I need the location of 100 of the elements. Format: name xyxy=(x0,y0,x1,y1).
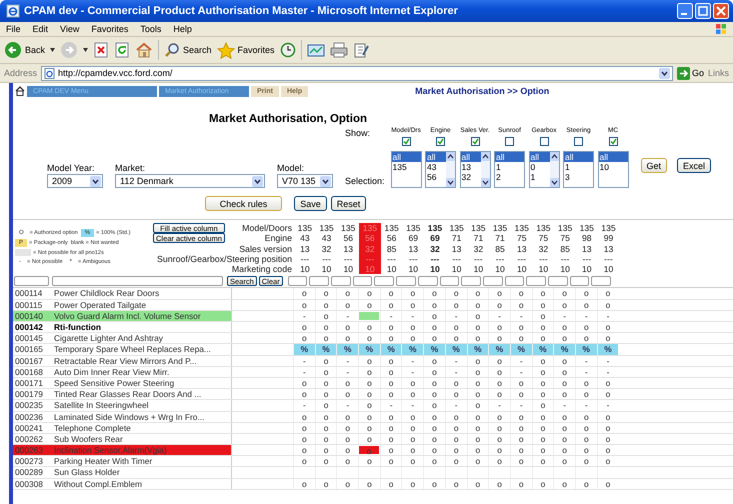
list-option[interactable]: 56 xyxy=(426,172,446,182)
column-header[interactable]: 135 75 85 --- 10 xyxy=(554,223,576,274)
column-header[interactable]: 135 99 13 --- 10 xyxy=(598,223,620,274)
list-option[interactable]: 1 xyxy=(564,162,594,172)
dropdown-caret-icon[interactable] xyxy=(50,48,56,52)
active-cell[interactable] xyxy=(358,310,380,322)
list-option[interactable]: all xyxy=(530,152,550,162)
favorites-button[interactable]: Favorites xyxy=(216,42,275,58)
code-filter-field[interactable] xyxy=(14,276,49,286)
column-header[interactable]: 135 75 32 --- 10 xyxy=(532,223,554,274)
reset-button[interactable]: Reset xyxy=(330,196,366,211)
column-header[interactable]: 135 43 13 --- 10 xyxy=(294,223,316,274)
list-option[interactable]: 0 xyxy=(530,162,550,172)
checkbox[interactable] xyxy=(540,137,549,146)
checkbox[interactable] xyxy=(470,137,480,146)
get-button[interactable]: Get xyxy=(640,158,668,173)
column-header[interactable]: 135 75 13 --- 10 xyxy=(510,223,533,274)
list-box[interactable]: all 0 1 xyxy=(528,151,560,188)
stop-icon[interactable] xyxy=(93,42,110,58)
check-rules-button[interactable]: Check rules xyxy=(204,196,282,211)
column-header[interactable]: 135 69 32 --- 10 xyxy=(424,223,446,274)
column-header[interactable]: 135 69 13 --- 10 xyxy=(402,223,424,274)
go-button[interactable]: Go xyxy=(676,66,704,80)
column-header[interactable]: 135 56 85 --- 10 xyxy=(380,223,402,274)
excel-button[interactable]: Excel xyxy=(677,158,712,173)
checkbox[interactable] xyxy=(574,137,584,146)
list-option[interactable]: 2 xyxy=(495,172,524,182)
back-button[interactable]: Back xyxy=(4,41,46,59)
column-filter-field[interactable] xyxy=(440,276,460,286)
checkbox[interactable] xyxy=(505,137,514,146)
scroll-up-icon[interactable] xyxy=(446,152,456,161)
list-option[interactable]: all xyxy=(495,152,524,162)
list-option[interactable]: 3 xyxy=(564,172,594,182)
close-button[interactable] xyxy=(713,3,729,19)
column-filter-field[interactable] xyxy=(352,276,372,286)
checkbox[interactable] xyxy=(436,137,446,146)
list-box[interactable]: all 43 56 xyxy=(425,151,456,188)
menu-item[interactable]: Favorites xyxy=(91,24,128,34)
scroll-down-icon[interactable] xyxy=(480,178,490,187)
column-filter-field[interactable] xyxy=(418,276,438,286)
list-option[interactable]: 43 xyxy=(426,162,446,172)
menu-item[interactable]: Tools xyxy=(140,24,162,34)
refresh-icon[interactable] xyxy=(114,42,130,58)
dropdown-field[interactable]: 2009 xyxy=(47,174,103,188)
list-box[interactable]: all 1 3 xyxy=(563,151,594,188)
column-filter-field[interactable] xyxy=(396,276,416,286)
maximize-button[interactable] xyxy=(695,3,711,19)
column-filter-field[interactable] xyxy=(526,276,546,286)
column-filter-field[interactable] xyxy=(288,276,308,286)
home-icon[interactable] xyxy=(15,86,25,96)
column-filter-field[interactable] xyxy=(461,276,481,286)
dropdown-field[interactable]: 112 Denmark xyxy=(115,174,265,188)
column-header[interactable]: 135 71 32 --- 10 xyxy=(468,223,490,274)
menu-item[interactable]: Help xyxy=(173,24,192,34)
list-option[interactable]: all xyxy=(392,152,421,162)
menu-item[interactable]: View xyxy=(60,24,80,34)
list-option[interactable]: 10 xyxy=(598,162,628,172)
checkbox[interactable] xyxy=(402,137,411,146)
column-filter-field[interactable] xyxy=(548,276,568,286)
checkbox[interactable] xyxy=(608,137,618,146)
list-box[interactable]: all 13 32 xyxy=(460,151,491,188)
list-option[interactable]: all xyxy=(426,152,446,162)
address-field[interactable]: http://cpamdev.vcc.ford.com/ xyxy=(41,66,673,80)
history-clock-icon[interactable] xyxy=(280,42,296,58)
scrollbar[interactable] xyxy=(446,152,456,187)
column-filter-field[interactable] xyxy=(504,276,524,286)
name-filter-field[interactable] xyxy=(52,276,223,286)
links-label[interactable]: Links xyxy=(708,68,729,78)
column-header[interactable]: 135 56 13 --- 10 xyxy=(337,223,360,274)
minimize-button[interactable] xyxy=(677,3,693,19)
scrollbar[interactable] xyxy=(480,152,490,187)
list-option[interactable]: 1 xyxy=(495,162,524,172)
list-option[interactable]: all xyxy=(564,152,594,162)
list-box[interactable]: all 1 2 xyxy=(494,151,526,188)
scroll-down-icon[interactable] xyxy=(550,178,559,187)
column-header[interactable]: 135 71 85 --- 10 xyxy=(489,223,511,274)
list-option[interactable]: 135 xyxy=(392,162,421,172)
list-option[interactable]: 32 xyxy=(460,172,481,182)
column-header[interactable]: 135 43 32 --- 10 xyxy=(316,223,338,274)
save-button[interactable]: Save xyxy=(294,196,327,211)
menu-item[interactable]: Edit xyxy=(32,24,48,34)
menu-item[interactable]: File xyxy=(6,24,21,34)
list-option[interactable]: 13 xyxy=(460,162,481,172)
edit-page-icon[interactable] xyxy=(352,42,369,58)
column-header[interactable]: 135 71 13 --- 10 xyxy=(446,223,468,274)
column-filter-field[interactable] xyxy=(374,276,394,286)
list-box[interactable]: all 135 xyxy=(390,151,422,188)
list-option[interactable]: 1 xyxy=(530,172,550,182)
dropdown-field[interactable]: V70 135 xyxy=(277,174,333,188)
list-box[interactable]: all 10 xyxy=(598,151,629,188)
column-filter-field[interactable] xyxy=(482,276,503,286)
column-filter-field[interactable] xyxy=(591,276,612,286)
dropdown-caret-icon[interactable] xyxy=(83,48,88,52)
printer-icon[interactable] xyxy=(330,42,348,58)
list-option[interactable]: all xyxy=(460,152,481,162)
scroll-down-icon[interactable] xyxy=(446,178,456,187)
column-filter-field[interactable] xyxy=(570,276,590,286)
search-button[interactable]: Search xyxy=(164,42,212,58)
column-filter-field[interactable] xyxy=(331,276,351,286)
list-option[interactable]: all xyxy=(598,152,628,162)
